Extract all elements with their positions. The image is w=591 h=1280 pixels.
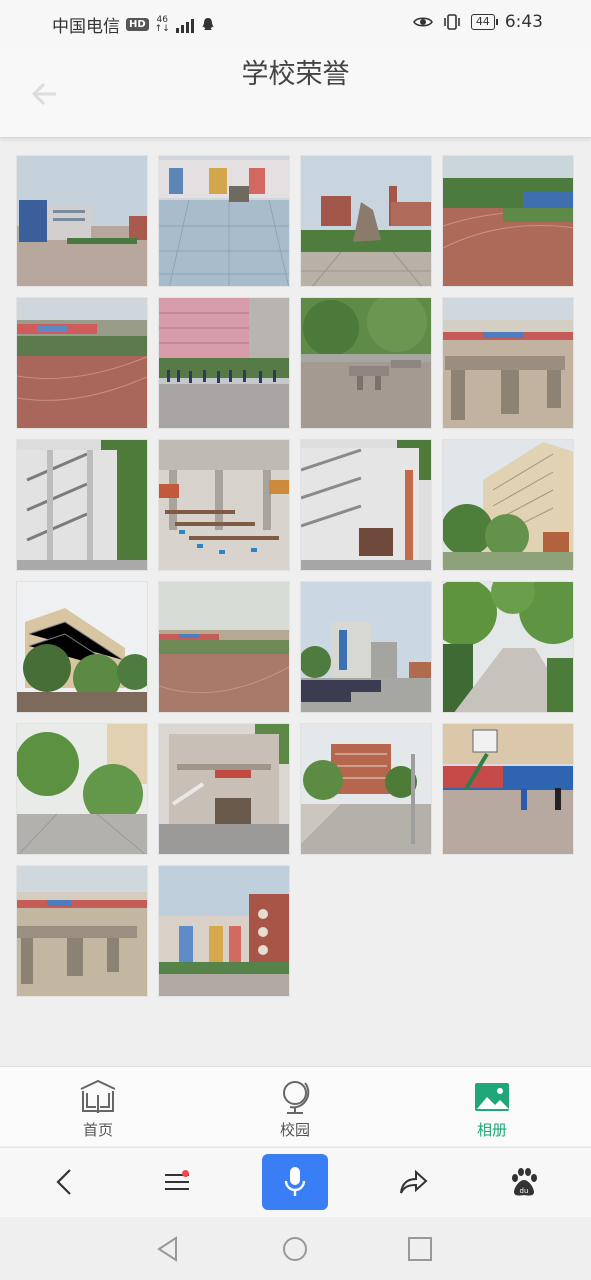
tab-home[interactable]: 首页 (58, 1077, 138, 1140)
network-type: 46 ↑↓ (154, 14, 170, 34)
photo-18[interactable] (158, 723, 290, 855)
qq-icon (202, 17, 214, 30)
eye-icon (412, 17, 433, 27)
baidu-paw-icon: du (512, 1168, 537, 1196)
system-nav-bar (0, 1217, 591, 1280)
tab-home-label: 首页 (82, 1121, 113, 1139)
photo-19[interactable] (300, 723, 432, 855)
page-title: 学校荣誉 (241, 59, 350, 90)
notification-dot (182, 1170, 189, 1177)
photo-13[interactable] (16, 581, 148, 713)
tab-campus[interactable]: 校园 (255, 1077, 335, 1140)
share-icon (400, 1169, 428, 1194)
photo-15[interactable] (300, 581, 432, 713)
app-header: 学校荣誉 (0, 48, 591, 138)
triangle-back-icon (157, 1236, 177, 1262)
bottom-tab-bar: 首页 校园 相册 (0, 1066, 591, 1146)
status-right: 44 6:43 (412, 12, 543, 32)
photo-6[interactable] (158, 297, 290, 429)
menu-button[interactable] (157, 1162, 197, 1202)
photo-14[interactable] (158, 581, 290, 713)
photo-gallery (16, 155, 576, 997)
photo-8[interactable] (442, 297, 574, 429)
photo-21[interactable] (16, 865, 148, 997)
photo-22[interactable] (158, 865, 290, 997)
photo-16[interactable] (442, 581, 574, 713)
nav-back-button[interactable] (150, 1231, 186, 1267)
tab-album[interactable]: 相册 (452, 1077, 532, 1140)
carrier-name: 中国电信 (52, 17, 120, 37)
chevron-left-icon (56, 1169, 71, 1195)
nav-recents-button[interactable] (402, 1231, 438, 1267)
nav-home-button[interactable] (277, 1231, 313, 1267)
photo-2[interactable] (158, 155, 290, 287)
photo-7[interactable] (300, 297, 432, 429)
voice-search-button[interactable] (262, 1154, 328, 1210)
photo-17[interactable] (16, 723, 148, 855)
circle-home-icon (283, 1237, 307, 1261)
baidu-button[interactable]: du (503, 1162, 543, 1202)
tab-album-label: 相册 (476, 1121, 507, 1139)
hd-badge: HD (126, 18, 149, 31)
globe-icon (283, 1081, 310, 1114)
status-left: 中国电信 HD 46 ↑↓ (52, 12, 216, 37)
photo-11[interactable] (300, 439, 432, 571)
browser-toolbar: du (0, 1147, 591, 1217)
square-recents-icon (408, 1237, 432, 1261)
photo-12[interactable] (442, 439, 574, 571)
microphone-icon (284, 1167, 306, 1196)
photo-9[interactable] (16, 439, 148, 571)
book-icon (80, 1079, 116, 1114)
vibrate-icon (444, 14, 460, 30)
photo-3[interactable] (300, 155, 432, 287)
photo-20[interactable] (442, 723, 574, 855)
photo-10[interactable] (158, 439, 290, 571)
svg-text:du: du (520, 1187, 529, 1195)
tab-campus-label: 校园 (279, 1121, 310, 1139)
photo-1[interactable] (16, 155, 148, 287)
photo-4[interactable] (442, 155, 574, 287)
share-button[interactable] (394, 1162, 434, 1202)
photo-5[interactable] (16, 297, 148, 429)
clock: 6:43 (504, 12, 543, 32)
signal-icon (175, 17, 194, 33)
battery-icon: 44 (470, 14, 498, 30)
status-bar: 中国电信 HD 46 ↑↓ 44 6:43 (0, 0, 591, 48)
picture-icon (475, 1083, 509, 1111)
back-button[interactable] (44, 1162, 84, 1202)
